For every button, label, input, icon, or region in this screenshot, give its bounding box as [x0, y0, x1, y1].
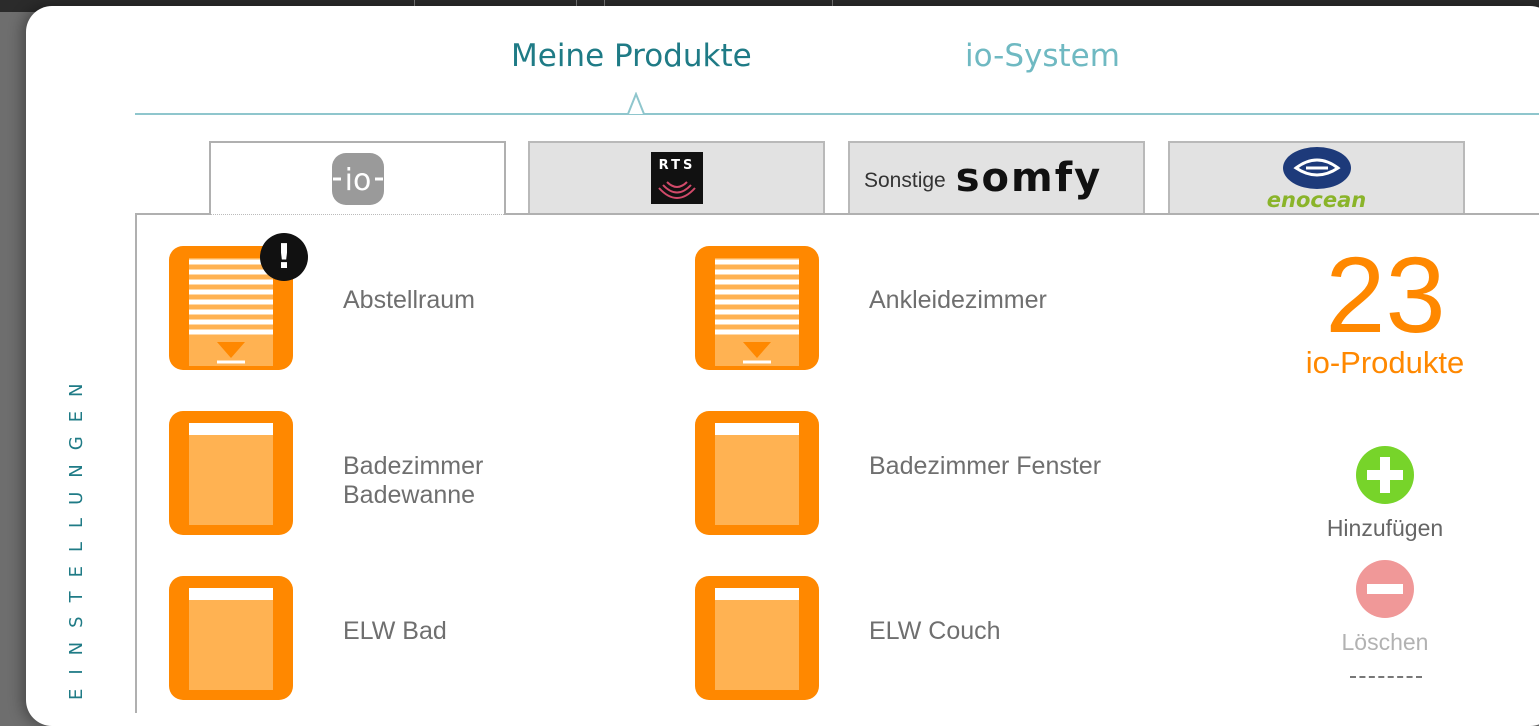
tab-underline: [135, 113, 1539, 115]
product-name: ELW Couch: [869, 617, 1001, 645]
roller-shutter-open-icon: [695, 576, 819, 700]
roller-shutter-open-icon: [695, 411, 819, 535]
tab-io-system[interactable]: io-System: [965, 38, 1120, 74]
enocean-wordmark: enocean: [1266, 188, 1367, 212]
rts-logo-icon: RTS: [650, 152, 703, 204]
product-name: Badezimmer Badewanne: [343, 452, 484, 509]
minus-circle-icon: [1356, 560, 1414, 618]
product-name: Abstellraum: [343, 286, 475, 314]
product-count-label: io-Produkte: [1305, 345, 1465, 380]
plus-circle-icon: [1356, 446, 1414, 504]
product-name: Ankleidezimmer: [869, 286, 1047, 314]
delete-button-label: Löschen: [1341, 629, 1429, 655]
somfy-logo-icon: somfy: [955, 155, 1103, 201]
product-count: 23: [1325, 234, 1446, 355]
delete-button[interactable]: Löschen: [1300, 559, 1470, 656]
roller-shutter-open-icon: [169, 576, 293, 700]
tab-meine-produkte[interactable]: Meine Produkte: [511, 38, 752, 74]
brand-tab-somfy[interactable]: Sonstige somfy: [848, 141, 1145, 213]
enocean-logo-icon: [1282, 147, 1351, 189]
more-actions-indicator: [1350, 676, 1422, 678]
roller-shutter-down-icon: [695, 246, 819, 370]
product-name: Badezimmer Fenster: [869, 452, 1102, 480]
add-button-label: Hinzufügen: [1326, 515, 1444, 541]
svg-text:io: io: [344, 163, 371, 198]
side-tab-label: EINSTELLUNGEN: [66, 369, 87, 700]
active-tab-indicator: [614, 92, 654, 115]
product-name: ELW Bad: [343, 617, 447, 645]
roller-shutter-open-icon: [169, 411, 293, 535]
add-button[interactable]: Hinzufügen: [1300, 445, 1470, 542]
somfy-tab-prefix: Sonstige: [864, 169, 946, 192]
brand-tab-enocean[interactable]: enocean: [1168, 141, 1465, 213]
warning-icon[interactable]: !: [260, 233, 308, 281]
brand-tab-rts[interactable]: RTS: [528, 141, 825, 213]
side-tab-einstellungen[interactable]: EINSTELLUNGEN: [62, 369, 112, 700]
svg-text:RTS: RTS: [658, 158, 695, 173]
io-logo-icon: io: [331, 153, 384, 205]
brand-tab-io[interactable]: io: [209, 141, 506, 215]
